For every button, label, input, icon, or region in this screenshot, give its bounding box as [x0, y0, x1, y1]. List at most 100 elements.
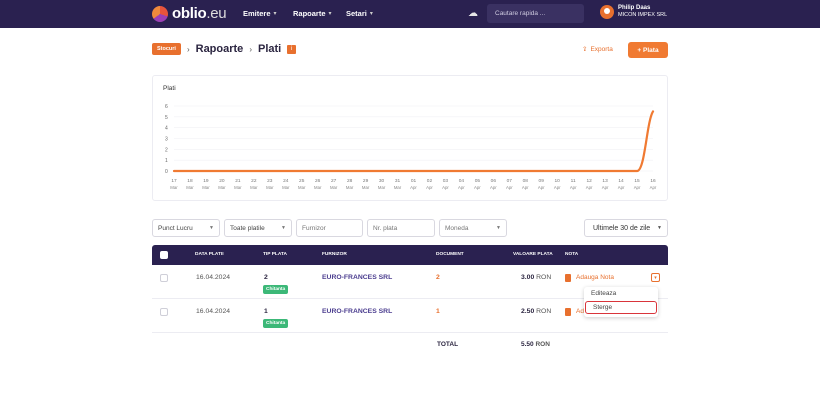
x-tick-label: 02	[427, 178, 433, 184]
x-tick-label: 23	[267, 178, 273, 184]
delete-menu-item[interactable]: Sterge	[585, 301, 657, 314]
add-note-link[interactable]: Adauga Nota	[576, 274, 614, 281]
x-tick-label: Mar	[234, 185, 242, 190]
nr-plata-input[interactable]	[373, 224, 434, 232]
row-date: 16.04.2024	[196, 274, 231, 281]
info-icon[interactable]: i	[287, 44, 297, 54]
col-data-platii[interactable]: DATA PLATII	[195, 252, 224, 257]
row-actions-button[interactable]: ▾	[651, 273, 660, 282]
x-tick-label: 09	[539, 178, 545, 184]
breadcrumb-rapoarte[interactable]: Rapoarte	[196, 43, 244, 55]
x-tick-label: Mar	[394, 185, 402, 190]
x-tick-label: 10	[555, 178, 561, 184]
x-tick-label: 20	[219, 178, 225, 184]
x-tick-label: 18	[187, 178, 193, 184]
chart-card: Plati 0 1 2 3 4 5 6 17 Mar 18 Mar 19 Mar 20 Mar 21 Mar 22 M…	[152, 75, 668, 201]
y-tick-label: 6	[165, 104, 168, 110]
col-furnizor[interactable]: FURNIZOR	[322, 252, 347, 257]
furnizor-input-wrap	[296, 219, 363, 237]
table-header: DATA PLATII TIP PLATA FURNIZOR DOCUMENT …	[152, 245, 668, 265]
period-select[interactable]: Ultimele 30 de zile ▼	[584, 219, 668, 237]
company-name: MICON IMPEX SRL	[618, 12, 668, 18]
x-tick-label: Mar	[346, 185, 354, 190]
breadcrumb: Stocuri › Rapoarte › Plati i	[152, 43, 297, 55]
edit-menu-item[interactable]: Editeaza	[584, 290, 658, 297]
y-tick-label: 3	[165, 137, 168, 143]
x-tick-label: 11	[571, 178, 576, 184]
x-tick-label: 14	[618, 178, 624, 184]
add-plata-button[interactable]: + Plata	[628, 42, 668, 58]
cloud-icon[interactable]: ☁	[468, 8, 478, 19]
row-document-link[interactable]: 1	[436, 308, 440, 315]
x-tick-label: Apr	[634, 185, 641, 190]
punct-lucru-select[interactable]: Punct Lucru ▼	[152, 219, 220, 237]
oblio-logo[interactable]: oblio.eu	[152, 5, 227, 22]
x-tick-label: Mar	[378, 185, 386, 190]
chitanta-badge: Chitanta	[263, 285, 289, 294]
x-tick-label: Apr	[522, 185, 529, 190]
chevron-down-icon: ▾	[273, 11, 277, 17]
row-checkbox[interactable]	[160, 274, 168, 282]
x-tick-label: 07	[507, 178, 513, 184]
x-tick-label: Mar	[202, 185, 210, 190]
logo-text: oblio	[172, 5, 207, 22]
logo-mark-icon	[152, 5, 168, 22]
x-tick-label: Mar	[266, 185, 274, 190]
search-input[interactable]	[487, 4, 584, 23]
row-furnizor-link[interactable]: EURO-FRANCES SRL	[322, 274, 392, 281]
x-tick-label: Apr	[586, 185, 593, 190]
x-tick-label: 05	[475, 178, 481, 184]
chevron-down-icon: ▾	[328, 11, 332, 17]
x-tick-label: Mar	[298, 185, 306, 190]
col-tip-plata[interactable]: TIP PLATA	[263, 252, 287, 257]
x-tick-label: Mar	[314, 185, 322, 190]
x-tick-label: 19	[203, 178, 209, 184]
chevron-down-icon: ▼	[657, 225, 662, 231]
y-tick-label: 4	[165, 126, 168, 132]
col-document[interactable]: DOCUMENT	[436, 252, 464, 257]
stocuri-badge[interactable]: Stocuri	[152, 43, 181, 55]
x-tick-label: Mar	[186, 185, 194, 190]
nav-rapoarte[interactable]: Rapoarte ▾	[293, 9, 332, 18]
x-tick-label: 29	[363, 178, 369, 184]
row-tip: 1	[264, 308, 268, 315]
note-icon	[565, 274, 571, 282]
total-label: TOTAL	[437, 341, 459, 348]
row-document-link[interactable]: 2	[436, 274, 440, 281]
x-tick-label: 27	[331, 178, 337, 184]
x-tick-label: 16	[650, 178, 656, 184]
top-navbar: oblio.eu Emitere▾ Rapoarte▾ Setari▾ ☁ Ph…	[0, 0, 820, 28]
x-tick-label: 26	[315, 178, 321, 184]
x-tick-label: 17	[171, 178, 177, 184]
moneda-select[interactable]: Moneda ▼	[439, 219, 507, 237]
col-valoare-plata[interactable]: VALOARE PLATA	[513, 252, 553, 257]
x-tick-label: Apr	[618, 185, 625, 190]
x-tick-label: Apr	[410, 185, 417, 190]
x-tick-label: 24	[283, 178, 289, 184]
nav-setari[interactable]: Setari ▾	[346, 9, 373, 18]
export-button[interactable]: ⇪ Exporta	[582, 45, 613, 54]
toate-platile-select[interactable]: Toate platile ▼	[224, 219, 292, 237]
row-furnizor-link[interactable]: EURO-FRANCES SRL	[322, 308, 392, 315]
row-checkbox[interactable]	[160, 308, 168, 316]
chitanta-badge: Chitanta	[263, 319, 289, 328]
note-icon	[565, 308, 571, 316]
add-note-link[interactable]: Ad	[576, 308, 584, 315]
y-tick-label: 2	[165, 147, 168, 153]
user-menu[interactable]: Philip Daas MICON IMPEX SRL	[600, 5, 667, 19]
y-tick-label: 5	[165, 115, 168, 121]
select-all-checkbox[interactable]	[160, 251, 168, 259]
x-tick-label: Apr	[650, 185, 657, 190]
avatar	[600, 5, 614, 19]
x-tick-label: 08	[523, 178, 529, 184]
x-tick-label: 28	[347, 178, 353, 184]
x-tick-label: Mar	[250, 185, 258, 190]
furnizor-input[interactable]	[302, 224, 362, 232]
row-value: 2.50 RON	[521, 308, 552, 315]
x-tick-label: 03	[443, 178, 449, 184]
series-line	[172, 110, 655, 173]
x-tick-label: 25	[299, 178, 305, 184]
x-tick-label: 15	[634, 178, 640, 184]
nr-plata-input-wrap	[367, 219, 435, 237]
nav-emitere[interactable]: Emitere ▾	[243, 9, 277, 18]
